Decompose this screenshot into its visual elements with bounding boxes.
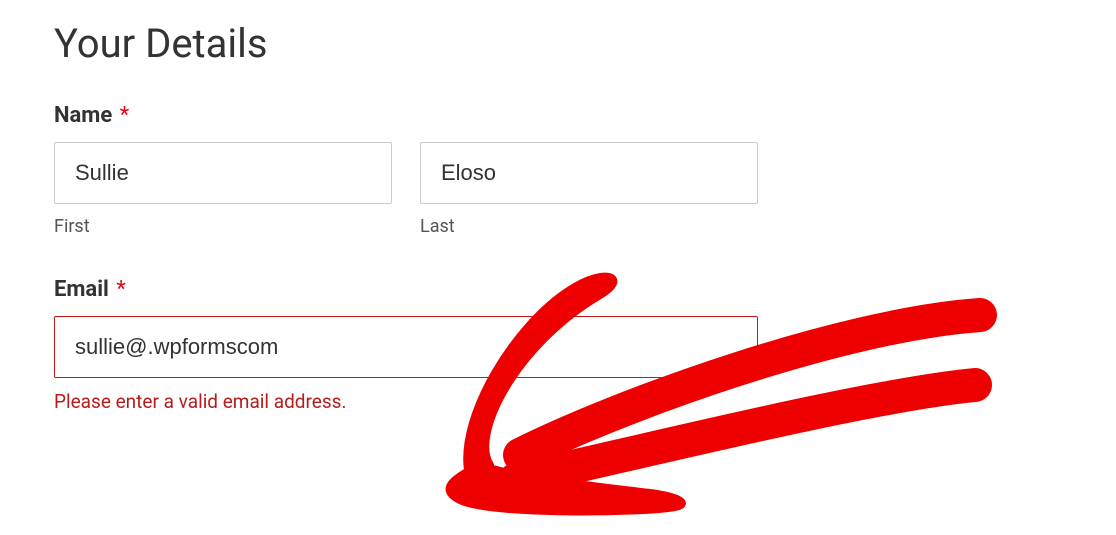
required-indicator: *	[116, 277, 125, 302]
last-name-input[interactable]	[420, 142, 758, 204]
name-label: Name *	[54, 103, 1062, 128]
name-row: First Last	[54, 142, 1062, 237]
required-indicator: *	[120, 103, 129, 128]
first-name-sublabel: First	[54, 216, 392, 237]
email-error-message: Please enter a valid email address.	[54, 390, 758, 413]
name-field-group: Name * First Last	[54, 103, 1062, 237]
form-title: Your Details	[54, 20, 1062, 67]
last-name-column: Last	[420, 142, 758, 237]
first-name-input[interactable]	[54, 142, 392, 204]
email-label: Email *	[54, 277, 758, 302]
last-name-sublabel: Last	[420, 216, 758, 237]
name-label-text: Name	[54, 103, 112, 128]
first-name-column: First	[54, 142, 392, 237]
email-input[interactable]	[54, 316, 758, 378]
email-field-group: Email * Please enter a valid email addre…	[54, 277, 758, 413]
email-label-text: Email	[54, 277, 109, 302]
